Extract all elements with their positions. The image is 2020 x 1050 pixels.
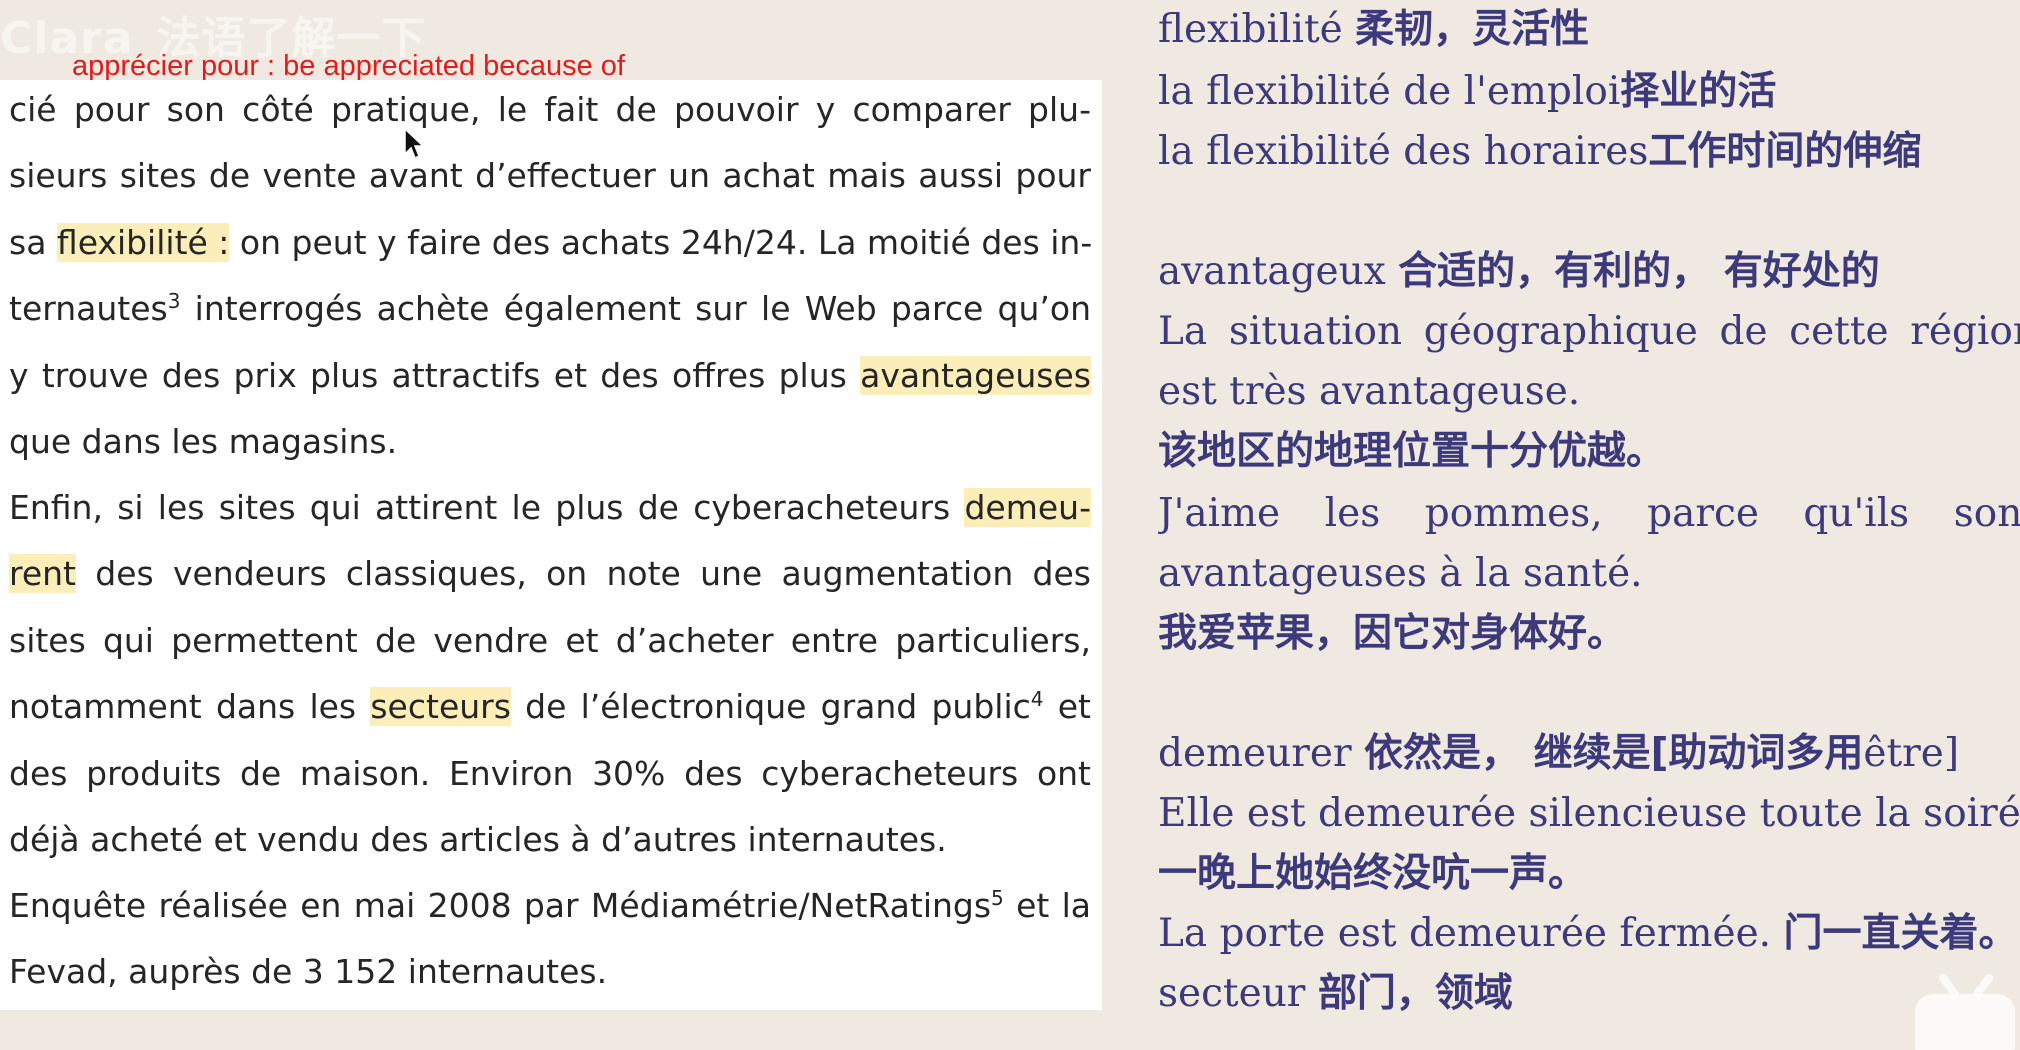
textbook-line: Enquête réalisée en mai 2008 par Médiamé… xyxy=(9,876,1091,936)
note-line: 我爱苹果，因它对身体好。 xyxy=(1158,604,2020,664)
note-line: flexibilité 柔韧，灵活性 xyxy=(1158,0,2020,60)
text-segment: y trouve des prix plus attractifs et des… xyxy=(9,356,861,395)
chinese-text: 合适的，有利的， 有好处的 xyxy=(1398,249,1880,294)
textbook-line: cié pour son côté pratique, le fait de p… xyxy=(9,80,1091,140)
note-line: Elle est demeurée silencieuse toute la s… xyxy=(1158,784,2020,844)
note-line: avantageux 合适的，有利的， 有好处的 xyxy=(1158,242,2020,302)
note-line: 该地区的地理位置十分优越。 xyxy=(1158,422,2020,482)
highlighted-word: avantageuses xyxy=(860,356,1091,395)
vocabulary-notes: flexibilité 柔韧，灵活性 la flexibilité de l'em… xyxy=(1158,0,2020,1029)
highlighted-word: secteurs xyxy=(370,687,511,726)
text-segment: sites qui permettent de vendre et d’ache… xyxy=(9,621,1091,660)
text-segment: on peut y faire des achats 24h/24. La mo… xyxy=(229,223,1091,262)
footnote-marker: 4 xyxy=(1030,687,1044,711)
textbook-line: rent des vendeurs classiques, on note un… xyxy=(9,544,1091,604)
note-line: secteur 部门，领域 xyxy=(1158,964,2020,1024)
textbook-line: sa flexibilité : on peut y faire des ach… xyxy=(9,213,1091,273)
french-text: la flexibilité de l'emploi xyxy=(1158,69,1621,114)
footnote-marker: 3 xyxy=(167,289,181,313)
textbook-line: Fevad, auprès de 3 152 internautes. xyxy=(9,942,1091,1002)
chinese-text: 柔韧，灵活性 xyxy=(1355,7,1590,52)
french-text: la flexibilité des horaires xyxy=(1158,129,1649,174)
text-segment: déjà acheté et vendu des articles à d’au… xyxy=(9,820,947,859)
chinese-text: 依然是， 继续是[助动词多用 xyxy=(1364,731,1864,776)
text-segment: que dans les magasins. xyxy=(9,422,398,461)
text-segment: et xyxy=(1043,687,1091,726)
chinese-text: 工作时间的伸缩 xyxy=(1648,129,1922,174)
french-text: secteur xyxy=(1158,971,1318,1016)
french-text: J'aime les pommes, parce qu'ils sont xyxy=(1158,491,2020,536)
note-line: 一晚上她始终没吭一声。 xyxy=(1158,844,2020,904)
chinese-text: 一晚上她始终没吭一声。 xyxy=(1158,851,1588,896)
note-line: est très avantageuse. xyxy=(1158,362,2020,422)
french-text: est très avantageuse. xyxy=(1158,369,1581,414)
french-text: avantageuses à la santé. xyxy=(1158,551,1643,596)
text-segment: cié pour son côté pratique, le fait de p… xyxy=(9,90,1091,129)
chinese-text: 我爱苹果，因它对身体好。 xyxy=(1158,611,1627,656)
textbook-line: que dans les magasins. xyxy=(9,412,1091,472)
textbook-page: cié pour son côté pratique, le fait de p… xyxy=(0,80,1102,1010)
text-segment: notamment dans les xyxy=(9,687,371,726)
text-segment: Enfin, si les sites qui attirent le plus… xyxy=(9,488,965,527)
highlighted-word: rent xyxy=(9,554,76,593)
text-segment: interrogés achète également sur le Web p… xyxy=(180,289,1091,328)
note-line: La porte est demeurée fermée. 门一直关着。 xyxy=(1158,904,2020,964)
note-line: avantageuses à la santé. xyxy=(1158,544,2020,604)
note-line: la flexibilité des horaires工作时间的伸缩 xyxy=(1158,122,2020,182)
highlighted-word: flexibilité : xyxy=(56,223,230,262)
french-text: flexibilité xyxy=(1158,7,1356,52)
text-segment: Enquête réalisée en mai 2008 par Médiamé… xyxy=(9,886,992,925)
highlighted-word: demeu- xyxy=(964,488,1091,527)
textbook-line: ternautes3 interrogés achète également s… xyxy=(9,279,1091,339)
chinese-text: 择业的活 xyxy=(1620,69,1777,114)
note-line: J'aime les pommes, parce qu'ils sont xyxy=(1158,484,2020,544)
textbook-line: des produits de maison. Environ 30% des … xyxy=(9,744,1091,804)
french-text: La situation géographique de cette régio… xyxy=(1158,309,2020,354)
text-segment: de l’électronique grand public xyxy=(510,687,1031,726)
bilibili-tv-icon xyxy=(1915,974,2015,1050)
text-segment: des produits de maison. Environ 30% des … xyxy=(9,754,1091,793)
chinese-text: 门一直关着。 xyxy=(1783,911,2018,956)
french-text: La porte est demeurée fermée. xyxy=(1158,911,1784,956)
footnote-marker: 5 xyxy=(991,886,1004,910)
french-text: avantageux xyxy=(1158,249,1399,294)
mouse-cursor-icon xyxy=(404,128,424,160)
text-segment: sa xyxy=(9,223,57,262)
chinese-text: 该地区的地理位置十分优越。 xyxy=(1158,429,1666,474)
french-text: être] xyxy=(1863,731,1960,776)
text-segment: ternautes xyxy=(9,289,168,328)
note-line: demeurer 依然是， 继续是[助动词多用être] xyxy=(1158,724,2020,784)
text-segment: Fevad, auprès de 3 152 internautes. xyxy=(9,952,608,991)
note-line: La situation géographique de cette régio… xyxy=(1158,302,2020,362)
text-segment: des vendeurs classiques, on note une aug… xyxy=(76,554,1091,593)
text-segment: et la xyxy=(1003,886,1091,925)
textbook-line: Enfin, si les sites qui attirent le plus… xyxy=(9,478,1091,538)
textbook-line: notamment dans les secteurs de l’électro… xyxy=(9,677,1091,737)
french-text: demeurer xyxy=(1158,731,1364,776)
textbook-line: y trouve des prix plus attractifs et des… xyxy=(9,346,1091,406)
french-text: Elle est demeurée silencieuse toute la s… xyxy=(1158,791,2020,836)
textbook-line: sieurs sites de vente avant d’effectuer … xyxy=(9,146,1091,206)
chinese-text: 部门，领域 xyxy=(1317,971,1513,1016)
note-line: la flexibilité de l'emploi择业的活 xyxy=(1158,62,2020,122)
textbook-line: déjà acheté et vendu des articles à d’au… xyxy=(9,810,1091,870)
annotation-note: apprécier pour : be appreciated because … xyxy=(72,50,625,82)
textbook-line: sites qui permettent de vendre et d’ache… xyxy=(9,611,1091,671)
text-segment: sieurs sites de vente avant d’effectuer … xyxy=(9,156,1091,195)
